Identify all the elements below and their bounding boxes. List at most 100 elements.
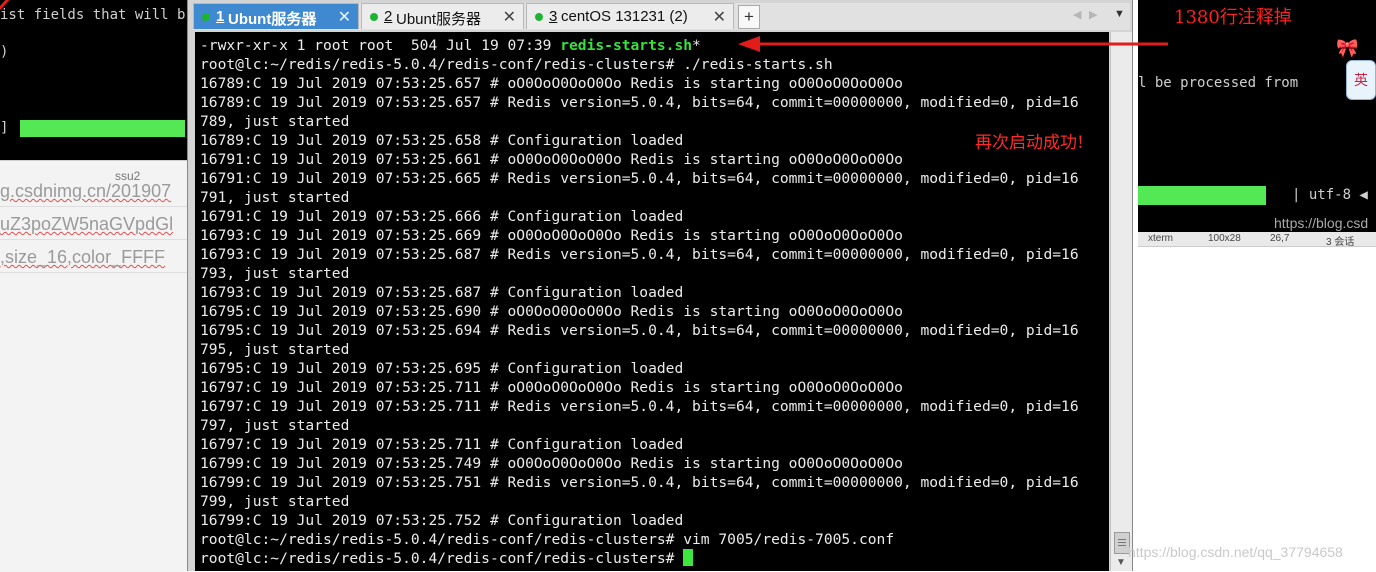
bg-left-url-line: ,size_16,color_FFFF	[0, 247, 166, 267]
connected-status-icon	[535, 13, 543, 21]
status-item: 100x28	[1208, 233, 1241, 244]
watermark: https://blog.csdn.net/qq_37794658	[1128, 544, 1343, 560]
terminal-line: root@lc:~/redis/redis-5.0.4/redis-conf/r…	[200, 549, 1105, 568]
status-item: 3 会话	[1326, 237, 1355, 248]
terminal-line: root@lc:~/redis/redis-5.0.4/redis-conf/r…	[200, 530, 1105, 549]
terminal-line-text: 16799:C 19 Jul 2019 07:53:25.751 # Redis…	[200, 474, 1079, 491]
terminal-line: 799, just started	[200, 492, 1105, 511]
bg-left-url-line: uZ3poZW5naGVpdGl	[0, 214, 174, 234]
tab-label: centOS 131231 (2)	[561, 8, 688, 25]
terminal-line-text: 16797:C 19 Jul 2019 07:53:25.711 # oO0Oo…	[200, 379, 903, 396]
terminal-line: 16797:C 19 Jul 2019 07:53:25.711 # oO0Oo…	[200, 378, 1105, 397]
terminal-line: 795, just started	[200, 340, 1105, 359]
bg-left-line: ist fields that will b	[0, 7, 186, 23]
terminal-line: 789, just started	[200, 112, 1105, 131]
terminal-line: 16793:C 19 Jul 2019 07:53:25.687 # Confi…	[200, 283, 1105, 302]
terminal-line: 16795:C 19 Jul 2019 07:53:25.694 # Redis…	[200, 321, 1105, 340]
session-tab-bar: 1 Ubunt服务器 ✕ 2 Ubunt服务器 ✕ 3 centOS 13123…	[193, 3, 1130, 30]
executable-filename: redis-starts.sh	[560, 37, 693, 54]
add-tab-button[interactable]: +	[738, 5, 760, 29]
bg-right-line: l be processed from	[1138, 75, 1299, 91]
terminal-line-text: 799, just started	[200, 493, 350, 510]
annotation-comment-out: 1380行注释掉	[1174, 7, 1292, 28]
terminal-line: 16791:C 19 Jul 2019 07:53:25.665 # Redis…	[200, 169, 1105, 188]
session-tab-1[interactable]: 1 Ubunt服务器 ✕	[193, 3, 359, 29]
tab-label: Ubunt服务器	[396, 11, 482, 28]
bg-left-line: ]	[0, 120, 9, 136]
bg-left-url-line: g.csdnimg.cn/201907	[0, 181, 172, 201]
terminal-line-text: 16791:C 19 Jul 2019 07:53:25.661 # oO0Oo…	[200, 151, 903, 168]
tab-list-dropdown-icon[interactable]: ▼	[1114, 8, 1125, 20]
terminal-line-text: root@lc:~/redis/redis-5.0.4/redis-conf/r…	[200, 550, 684, 567]
terminal-line-text: 16795:C 19 Jul 2019 07:53:25.695 # Confi…	[200, 360, 684, 377]
terminal-line: 16799:C 19 Jul 2019 07:53:25.751 # Redis…	[200, 473, 1105, 492]
terminal-scrollbar[interactable]: ▼	[1110, 32, 1132, 571]
scroll-down-icon[interactable]: ▼	[1116, 557, 1126, 568]
terminal-line-text: 16795:C 19 Jul 2019 07:53:25.694 # Redis…	[200, 322, 1079, 339]
close-icon[interactable]: ✕	[338, 7, 351, 27]
tab-scroll-left-icon[interactable]: ◀	[1073, 8, 1081, 21]
terminal-lines: -rwxr-xr-x 1 root root 504 Jul 19 07:39 …	[200, 36, 1105, 568]
terminal-line: 16789:C 19 Jul 2019 07:53:25.657 # Redis…	[200, 93, 1105, 112]
tab-number: 1	[216, 8, 225, 25]
tab-number: 3	[549, 8, 558, 25]
divider	[0, 206, 190, 207]
terminal-line-text: root@lc:~/redis/redis-5.0.4/redis-conf/r…	[200, 531, 895, 548]
terminal-line: -rwxr-xr-x 1 root root 504 Jul 19 07:39 …	[200, 36, 1105, 55]
status-item: 26,7	[1270, 233, 1290, 244]
terminal-line: 16789:C 19 Jul 2019 07:53:25.658 # Confi…	[200, 131, 1105, 150]
terminal-line: 16793:C 19 Jul 2019 07:53:25.687 # Redis…	[200, 245, 1105, 264]
terminal-line: 16799:C 19 Jul 2019 07:53:25.749 # oO0Oo…	[200, 454, 1105, 473]
terminal-output[interactable]: -rwxr-xr-x 1 root root 504 Jul 19 07:39 …	[195, 32, 1109, 571]
session-tab-3[interactable]: 3 centOS 131231 (2) ✕	[526, 3, 734, 29]
terminal-line-text: 16793:C 19 Jul 2019 07:53:25.687 # Confi…	[200, 284, 684, 301]
bg-right-encoding: | utf-8 ◀	[1292, 187, 1368, 203]
bg-left-line: )	[0, 44, 9, 60]
terminal-line-text: 791, just started	[200, 189, 350, 206]
terminal-line-text: 793, just started	[200, 265, 350, 282]
terminal-line-text: 16795:C 19 Jul 2019 07:53:25.690 # oO0Oo…	[200, 303, 903, 320]
background-status-bar: xterm 100x28 26,7 3 会话	[1138, 232, 1376, 248]
terminal-line-text: 789, just started	[200, 113, 350, 130]
terminal-line-text: 16799:C 19 Jul 2019 07:53:25.752 # Confi…	[200, 512, 684, 529]
bg-right-progress-bar	[1138, 186, 1266, 205]
terminal-line-text: root@lc:~/redis/redis-5.0.4/redis-conf/r…	[200, 56, 833, 73]
ime-language-badge[interactable]: 英	[1346, 60, 1376, 100]
terminal-line: root@lc:~/redis/redis-5.0.4/redis-conf/r…	[200, 55, 1105, 74]
terminal-line-text: 797, just started	[200, 417, 350, 434]
terminal-line: 791, just started	[200, 188, 1105, 207]
terminal-line: 16795:C 19 Jul 2019 07:53:25.695 # Confi…	[200, 359, 1105, 378]
ime-bow-icon: 🎀	[1336, 38, 1359, 58]
status-item: xterm	[1148, 233, 1173, 244]
annotation-restart-success: 再次启动成功!	[975, 133, 1084, 153]
terminal-line-text: 16789:C 19 Jul 2019 07:53:25.657 # Redis…	[200, 94, 1079, 111]
terminal-line-text: 16793:C 19 Jul 2019 07:53:25.669 # oO0Oo…	[200, 227, 903, 244]
background-terminal-left: ist fields that will b ) ]	[0, 0, 190, 160]
terminal-line-text: 16797:C 19 Jul 2019 07:53:25.711 # Confi…	[200, 436, 684, 453]
terminal-line-text: 16793:C 19 Jul 2019 07:53:25.687 # Redis…	[200, 246, 1079, 263]
tab-scroll-right-icon[interactable]: ▶	[1089, 8, 1097, 21]
tab-label: Ubunt服务器	[228, 11, 317, 28]
xshell-window: 1 Ubunt服务器 ✕ 2 Ubunt服务器 ✕ 3 centOS 13123…	[187, 0, 1133, 571]
terminal-line: 16797:C 19 Jul 2019 07:53:25.711 # Confi…	[200, 435, 1105, 454]
terminal-line: 16797:C 19 Jul 2019 07:53:25.711 # Redis…	[200, 397, 1105, 416]
terminal-line: 16799:C 19 Jul 2019 07:53:25.752 # Confi…	[200, 511, 1105, 530]
terminal-line-text: 16789:C 19 Jul 2019 07:53:25.657 # oO0Oo…	[200, 75, 903, 92]
terminal-line-text: 16791:C 19 Jul 2019 07:53:25.665 # Redis…	[200, 170, 1079, 187]
close-icon[interactable]: ✕	[713, 7, 726, 27]
session-tab-2[interactable]: 2 Ubunt服务器 ✕	[361, 3, 524, 29]
terminal-line-suffix: *	[692, 37, 701, 54]
terminal-line: 16793:C 19 Jul 2019 07:53:25.669 # oO0Oo…	[200, 226, 1105, 245]
tab-number: 2	[384, 8, 393, 25]
terminal-line-text: 16799:C 19 Jul 2019 07:53:25.749 # oO0Oo…	[200, 455, 903, 472]
close-icon[interactable]: ✕	[503, 7, 516, 27]
bg-left-progress-bar	[20, 120, 185, 137]
terminal-line: 16795:C 19 Jul 2019 07:53:25.690 # oO0Oo…	[200, 302, 1105, 321]
background-editor-left: ssu2 g.csdnimg.cn/201907 uZ3poZW5naGVpdG…	[0, 160, 190, 572]
terminal-line: 16791:C 19 Jul 2019 07:53:25.661 # oO0Oo…	[200, 150, 1105, 169]
terminal-line: 793, just started	[200, 264, 1105, 283]
connected-status-icon	[370, 13, 378, 21]
terminal-line: 16791:C 19 Jul 2019 07:53:25.666 # Confi…	[200, 207, 1105, 226]
terminal-cursor	[683, 549, 694, 566]
terminal-line: 797, just started	[200, 416, 1105, 435]
